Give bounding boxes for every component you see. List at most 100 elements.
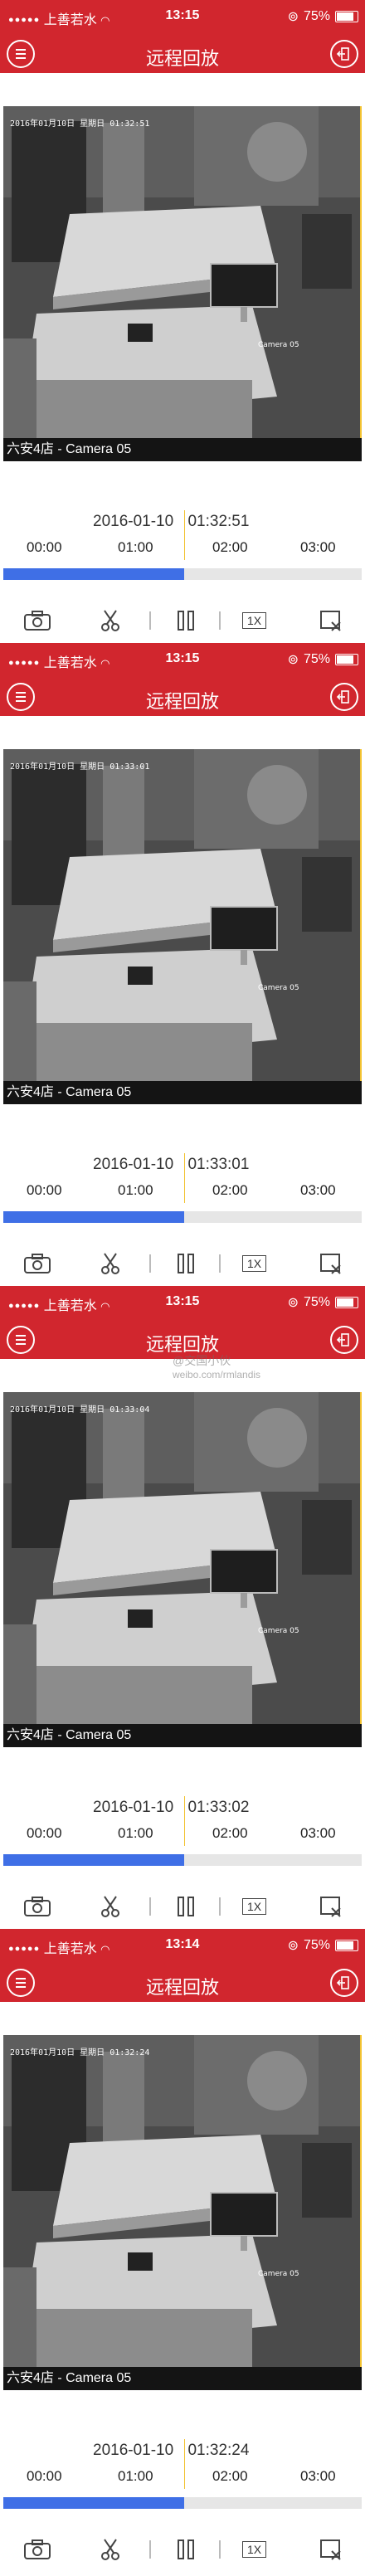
playback-progress-track[interactable]: [3, 2497, 362, 2509]
pause-button[interactable]: [176, 1252, 196, 1275]
playback-date: 2016-01-10: [93, 1799, 174, 1816]
timeline-ticks[interactable]: 00:00 01:00 02:00 03:00: [0, 1825, 365, 1845]
tick-label: 00:00: [27, 2468, 62, 2484]
tick-label: 03:00: [300, 1825, 336, 1841]
playback-progress-fill: [3, 1854, 185, 1866]
tick-label: 02:00: [212, 1825, 248, 1841]
pause-icon: [178, 611, 194, 631]
close-stream-button[interactable]: [319, 2538, 343, 2561]
selection-border: [360, 1392, 362, 1747]
camera-caption: 六安4店 - Camera 05: [3, 1081, 362, 1104]
tick-label: 01:00: [118, 1182, 153, 1198]
playback-datetime: 2016-01-10 01:32:24: [93, 2442, 249, 2460]
playback-datetime: 2016-01-10 01:33:02: [93, 1799, 249, 1817]
svg-text:Camera 05: Camera 05: [258, 1627, 299, 1635]
playback-datetime: 2016-01-10 01:32:51: [93, 513, 249, 531]
playback-toolbar: 1X: [0, 1240, 365, 1282]
battery-indicator: ⊚ 75%: [288, 1294, 358, 1311]
tick-label: 00:00: [27, 539, 62, 555]
playback-date: 2016-01-10: [93, 513, 174, 530]
divider-icon: [149, 1897, 151, 1916]
video-feed[interactable]: Camera 05 2016年01月10日 星期日 01:33:04: [3, 1392, 362, 1724]
header-bar: 远程回放: [0, 33, 365, 73]
page-title: 远程回放: [145, 48, 219, 69]
speed-button[interactable]: 1X: [242, 1895, 267, 1918]
timeline-ticks[interactable]: 00:00 01:00 02:00 03:00: [0, 1182, 365, 1202]
timeline-ticks[interactable]: 00:00 01:00 02:00 03:00: [0, 2468, 365, 2488]
pause-icon: [178, 1254, 194, 1273]
tick-label: 01:00: [118, 539, 153, 555]
close-stream-button[interactable]: [319, 1252, 343, 1275]
divider: [148, 1895, 153, 1918]
header-bar: 远程回放: [0, 676, 365, 716]
battery-percent: 75%: [303, 1295, 330, 1309]
speed-button[interactable]: 1X: [242, 2538, 267, 2561]
video-feed[interactable]: Camera 05 2016年01月10日 星期日 01:33:01: [3, 749, 362, 1081]
clip-button[interactable]: [98, 1895, 123, 1918]
playback-progress-track[interactable]: [3, 1854, 362, 1866]
speed-label: 1X: [242, 612, 267, 629]
scissors-icon: [101, 2539, 119, 2560]
snapshot-button[interactable]: [23, 1895, 51, 1918]
camera-icon: [24, 1254, 51, 1273]
pause-button[interactable]: [176, 609, 196, 632]
tick-label: 03:00: [300, 539, 336, 555]
battery-indicator: ⊚ 75%: [288, 1937, 358, 1954]
clip-button[interactable]: [98, 609, 123, 632]
snapshot-button[interactable]: [23, 609, 51, 632]
battery-percent: 75%: [303, 9, 330, 23]
video-feed[interactable]: Camera 05 2016年01月10日 星期日 01:32:51: [3, 106, 362, 438]
exit-icon: [336, 1976, 349, 1989]
tick-label: 03:00: [300, 1182, 336, 1198]
divider-icon: [149, 1254, 151, 1273]
pause-button[interactable]: [176, 1895, 196, 1918]
clip-button[interactable]: [98, 1252, 123, 1275]
playback-screen: ●●●●● 上善若水 ◠ 13:15 ⊚ 75% 远程回放 Camera 05 …: [0, 1286, 365, 1933]
snapshot-button[interactable]: [23, 1252, 51, 1275]
playback-progress-track[interactable]: [3, 1211, 362, 1223]
osd-timestamp: 2016年01月10日 星期日 01:32:24: [10, 2048, 150, 2057]
clip-button[interactable]: [98, 2538, 123, 2561]
status-bar: ●●●●● 上善若水 ◠ 13:14 ⊚ 75%: [0, 1929, 365, 1962]
exit-icon: [336, 47, 349, 61]
battery-icon: [335, 654, 358, 665]
camera-caption: 六安4店 - Camera 05: [3, 438, 362, 461]
speed-button[interactable]: 1X: [242, 609, 267, 632]
page-title: 远程回放: [145, 1977, 219, 1998]
page-title: 远程回放: [145, 691, 219, 712]
playback-datetime: 2016-01-10 01:33:01: [93, 1156, 249, 1174]
exit-icon: [336, 1333, 349, 1346]
playback-progress-fill: [3, 2497, 185, 2509]
speed-label: 1X: [242, 2541, 267, 2558]
tick-label: 02:00: [212, 539, 248, 555]
exit-button[interactable]: [330, 1969, 358, 1997]
camera-scene-image: Camera 05: [3, 106, 362, 438]
camera-scene-image: Camera 05: [3, 1392, 362, 1724]
snapshot-button[interactable]: [23, 2538, 51, 2561]
speed-button[interactable]: 1X: [242, 1252, 267, 1275]
pause-icon: [178, 2539, 194, 2559]
close-stream-button[interactable]: [319, 1895, 343, 1918]
svg-text:Camera 05: Camera 05: [258, 2270, 299, 2278]
tick-label: 01:00: [118, 1825, 153, 1841]
playback-progress-fill: [3, 568, 185, 580]
speed-label: 1X: [242, 1898, 267, 1915]
camera-caption: 六安4店 - Camera 05: [3, 1724, 362, 1747]
close-stream-button[interactable]: [319, 609, 343, 632]
timeline-ticks[interactable]: 00:00 01:00 02:00 03:00: [0, 539, 365, 559]
divider-icon: [149, 611, 151, 630]
pause-button[interactable]: [176, 2538, 196, 2561]
divider-icon: [219, 1254, 221, 1273]
video-feed[interactable]: Camera 05 2016年01月10日 星期日 01:32:24: [3, 2035, 362, 2367]
exit-button[interactable]: [330, 40, 358, 68]
battery-icon: [335, 11, 358, 22]
exit-button[interactable]: [330, 1326, 358, 1354]
divider-icon: [149, 2540, 151, 2559]
tick-label: 00:00: [27, 1825, 62, 1841]
status-bar: ●●●●● 上善若水 ◠ 13:15 ⊚ 75%: [0, 643, 365, 676]
rotation-lock-icon: ⊚: [287, 1296, 299, 1310]
exit-button[interactable]: [330, 683, 358, 711]
svg-text:Camera 05: Camera 05: [258, 341, 299, 349]
playback-progress-track[interactable]: [3, 568, 362, 580]
divider: [148, 1252, 153, 1275]
